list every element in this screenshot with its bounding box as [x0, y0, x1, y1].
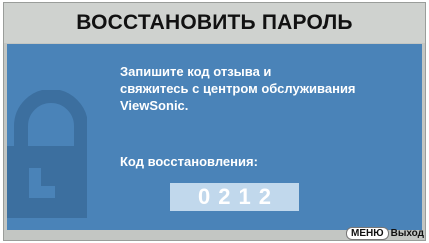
message-line: Запишите код отзыва и	[120, 64, 272, 79]
message-line: ViewSonic.	[120, 98, 189, 113]
recover-password-dialog: ВОССТАНОВИТЬ ПАРОЛЬ Запишите код отзыва …	[3, 2, 426, 241]
footer-hint: МЕНЮ Выход	[346, 227, 424, 240]
instruction-message: Запишите код отзыва и свяжитесь с центро…	[120, 63, 420, 114]
message-line: свяжитесь с центром обслуживания	[120, 81, 356, 96]
lock-icon	[7, 89, 88, 218]
dialog-panel: Запишите код отзыва и свяжитесь с центро…	[7, 44, 422, 230]
recovery-code-display: 0212	[170, 183, 299, 211]
exit-label: Выход	[390, 227, 424, 239]
dialog-title: ВОССТАНОВИТЬ ПАРОЛЬ	[4, 3, 425, 43]
recovery-code-label: Код восстановления:	[120, 154, 258, 169]
menu-key-button[interactable]: МЕНЮ	[346, 227, 389, 240]
